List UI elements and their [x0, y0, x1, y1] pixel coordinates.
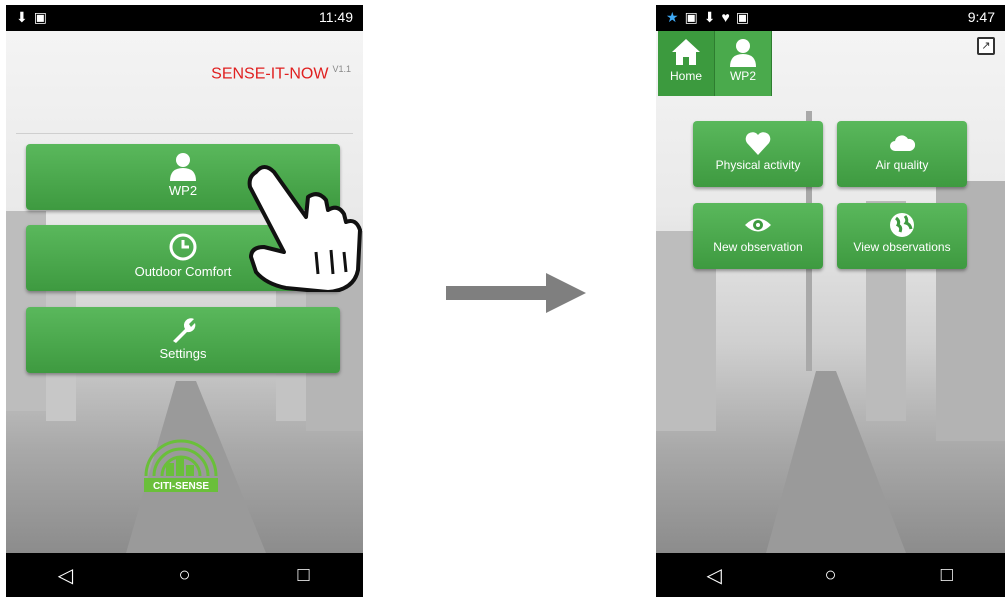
citi-sense-logo: CITI-SENSE [144, 439, 218, 492]
status-bar: ★▣⬇♥▣ 9:47 [656, 5, 1005, 31]
wp2-button-label: WP2 [168, 183, 198, 198]
settings-button-label: Settings [159, 346, 207, 361]
air-quality-label: Air quality [875, 158, 929, 172]
eye-icon [745, 218, 771, 232]
divider [16, 133, 353, 134]
physical-activity-button[interactable]: Physical activity [693, 121, 823, 187]
user-icon [170, 153, 196, 181]
notification-icons: ⬇▣ [16, 9, 53, 25]
home-button[interactable]: ○ [165, 564, 205, 587]
heart-icon [745, 132, 771, 155]
cloud-icon [890, 135, 916, 151]
back-button[interactable]: ◁ [694, 563, 734, 588]
status-time: 9:47 [967, 9, 995, 25]
new-observation-label: New observation [713, 240, 803, 254]
navigation-bar: ◁ ○ □ [6, 553, 363, 597]
app-screen: SENSE-IT-NOW V1.1 WP2 Outdoor Comfort Set… [6, 31, 363, 553]
user-icon [730, 39, 756, 67]
physical-activity-label: Physical activity [715, 158, 801, 172]
back-button[interactable]: ◁ [46, 563, 86, 588]
street-background [656, 111, 1005, 553]
new-observation-button[interactable]: New observation [693, 203, 823, 269]
view-observations-label: View observations [853, 240, 951, 254]
outdoor-comfort-button-label: Outdoor Comfort [134, 264, 232, 279]
app-version: V1.1 [332, 64, 351, 74]
tab-bar: Home WP2 [658, 31, 772, 96]
recents-button[interactable]: □ [927, 564, 967, 587]
tab-wp2-label: WP2 [729, 69, 756, 83]
transition-arrow [446, 273, 586, 313]
globe-icon [890, 213, 914, 237]
wrench-icon [173, 318, 196, 343]
expand-icon[interactable]: ↗ [977, 37, 995, 55]
app-screen: Home WP2 ↗ Physical activity Air quality [656, 31, 1005, 553]
app-title: SENSE-IT-NOW V1.1 [211, 64, 351, 83]
clock-icon [169, 233, 197, 261]
status-time: 11:49 [319, 9, 353, 25]
tab-home[interactable]: Home [658, 31, 715, 96]
home-button[interactable]: ○ [810, 564, 850, 587]
recents-button[interactable]: □ [284, 564, 324, 587]
notification-icons: ★▣⬇♥▣ [666, 9, 756, 25]
app-name: SENSE-IT-NOW [211, 65, 329, 83]
view-observations-button[interactable]: View observations [837, 203, 967, 269]
tab-home-label: Home [669, 69, 702, 83]
status-bar: ⬇▣ 11:49 [6, 5, 363, 31]
settings-button[interactable]: Settings [26, 307, 340, 373]
svg-text:CITI-SENSE: CITI-SENSE [153, 481, 209, 492]
phone-screen-left: ⬇▣ 11:49 SENSE-IT-NOW V1.1 WP2 Outdoor Co… [6, 5, 363, 597]
tap-hand-icon [247, 165, 362, 292]
navigation-bar: ◁ ○ □ [656, 553, 1005, 597]
air-quality-button[interactable]: Air quality [837, 121, 967, 187]
phone-screen-right: ★▣⬇♥▣ 9:47 Home WP2 ↗ Physical activity … [656, 5, 1005, 597]
home-icon [672, 39, 700, 65]
tab-wp2[interactable]: WP2 [715, 31, 772, 96]
